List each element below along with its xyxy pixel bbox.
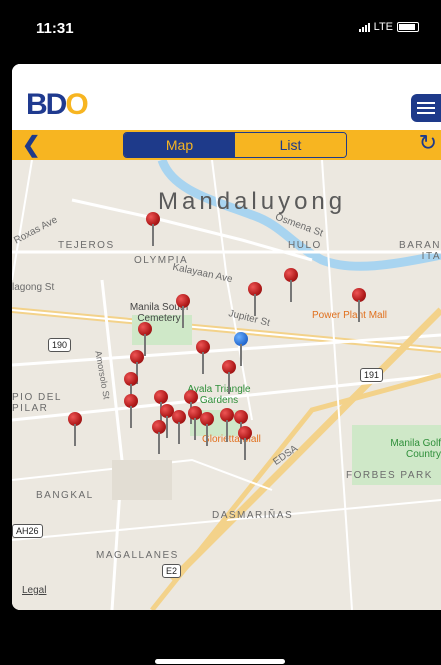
refresh-icon[interactable]: ↻ [419,130,437,156]
label-power-plant: Power Plant Mall [312,310,388,321]
map-view[interactable]: Mandaluyong TEJEROS OLYMPIA HULO BARAN I… [12,160,441,610]
map-pin[interactable] [196,340,210,376]
label-dasmarinas: DASMARIÑAS [212,510,294,521]
app-screen: BDO ❮ Map List ↻ Mandaluyong TEJEROS OLY… [12,64,441,610]
map-pin[interactable] [238,426,252,462]
map-pin[interactable] [200,412,214,448]
map-pin[interactable] [176,294,190,330]
route-shield-190: 190 [48,338,72,352]
map-pin[interactable] [152,420,166,456]
map-pin[interactable] [172,410,186,446]
app-header: BDO [12,64,441,130]
label-bangkal: BANGKAL [36,490,94,501]
status-indicators: LTE [358,21,419,33]
status-bar: 11:31 LTE [0,0,441,64]
map-pin[interactable] [248,282,262,318]
map-pin[interactable] [68,412,82,448]
label-hulo: HULO [288,240,322,251]
route-shield-e2: E2 [162,564,182,578]
signal-icon [358,22,370,32]
route-shield-191: 191 [360,368,384,382]
home-indicator[interactable] [155,659,285,664]
tab-list[interactable]: List [235,133,346,157]
map-pin[interactable] [146,212,160,248]
label-tagong: lagong St [12,282,55,293]
battery-icon [397,22,419,32]
map-pin-current-location[interactable] [234,332,248,368]
map-pin[interactable] [220,408,234,444]
bottom-area [0,610,441,665]
map-pin[interactable] [124,394,138,430]
label-pio-del-pilar: PIO DEL PILAR [12,392,62,414]
view-toggle: Map List [123,132,347,158]
label-magallanes: MAGALLANES [96,550,179,561]
label-tejeros: TEJEROS [58,240,115,251]
map-pin[interactable] [222,360,236,396]
network-label: LTE [373,21,393,33]
label-mandaluyong: Mandaluyong [158,188,347,215]
tab-map[interactable]: Map [124,133,235,157]
menu-button[interactable] [411,94,441,122]
bdo-logo: BDO [26,88,89,121]
route-shield-ah26: AH26 [12,524,43,538]
label-manila-golf: Manila Golf Country [390,438,441,460]
back-icon[interactable]: ❮ [22,132,40,158]
map-pin[interactable] [284,268,298,304]
label-barangka: BARAN ITA [399,240,441,262]
legal-link[interactable]: Legal [22,585,46,596]
label-forbes: FORBES PARK [346,470,433,481]
toolbar: ❮ Map List ↻ [12,130,441,160]
map-pin[interactable] [352,288,366,324]
status-time: 11:31 [36,20,74,37]
